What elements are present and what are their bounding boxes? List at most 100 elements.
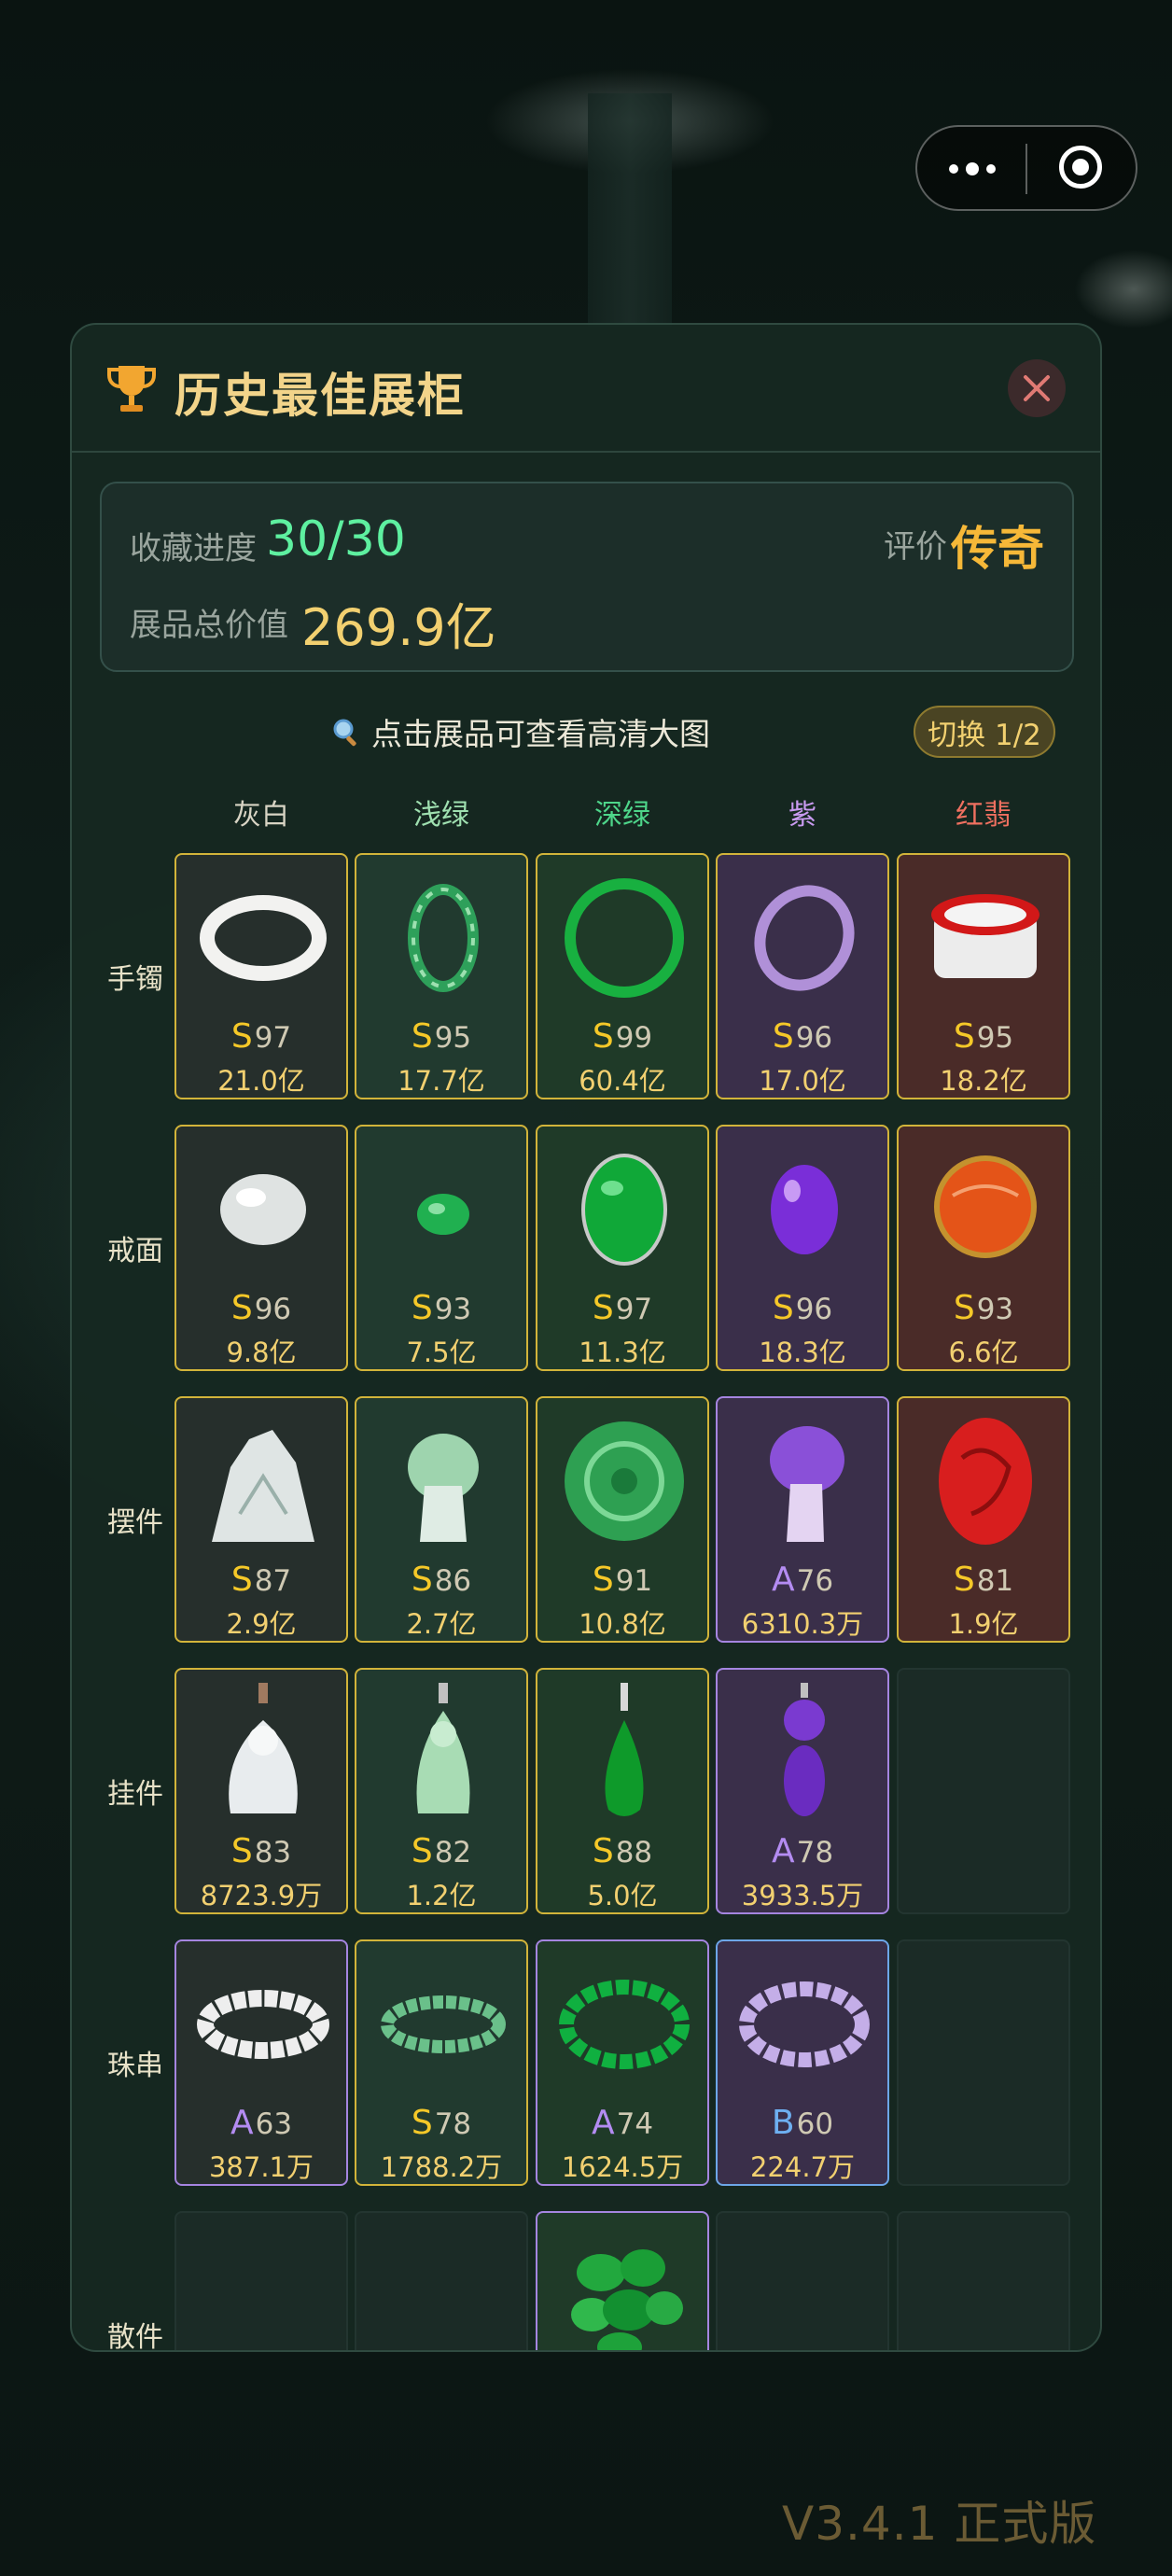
item-value: 1.9亿 [948, 1608, 1019, 1640]
item-value: 2.9亿 [226, 1608, 297, 1640]
showcase-item[interactable]: S97 21.0亿 [174, 853, 348, 1099]
white-cabochon-image [220, 1174, 306, 1245]
showcase-item[interactable]: S86 2.7亿 [355, 1396, 528, 1643]
hint-text: 点击展品可查看高清大图 [371, 716, 710, 752]
total-value-label: 展品总价值 [130, 607, 288, 644]
showcase-slot-empty [355, 2211, 528, 2350]
green-dragon-disc-image [565, 1421, 684, 1541]
total-value: 269.9亿 [301, 598, 496, 657]
showcase-item[interactable]: S81 1.9亿 [897, 1396, 1070, 1643]
item-value: 5.0亿 [587, 1880, 658, 1911]
showcase-item[interactable]: A76 6310.3万 [716, 1396, 889, 1643]
item-grade: S86 [411, 1561, 472, 1599]
green-mottled-bangle-image [408, 884, 479, 992]
showcase-slot-empty [897, 1939, 1070, 2186]
showcase-slot-empty [174, 2211, 348, 2350]
item-value: 21.0亿 [217, 1065, 305, 1097]
showcase-item[interactable]: S91 10.8亿 [536, 1396, 709, 1643]
white-bead-bracelet-image [197, 1990, 329, 2059]
item-value: 387.1万 [208, 2151, 314, 2183]
showcase-item[interactable]: S96 9.8亿 [174, 1125, 348, 1371]
item-grade: S81 [953, 1561, 1014, 1599]
showcase-item[interactable]: S82 1.2亿 [355, 1668, 528, 1914]
row-header: 手镯 [107, 963, 163, 996]
column-header: 紫 [788, 799, 816, 832]
item-value: 18.2亿 [940, 1065, 1027, 1097]
purple-ruyi-pendant-image [784, 1683, 825, 1816]
showcase-item[interactable]: A74 1624.5万 [536, 1939, 709, 2186]
item-grade: S99 [592, 1017, 653, 1056]
deep-green-bangle-image [565, 878, 684, 998]
showcase-item[interactable]: B60 224.7万 [716, 1939, 889, 2186]
best-showcase-dialog: 历史最佳展柜 收藏进度 30/30 评价 传奇 展品总价值 269.9亿 点击展… [70, 323, 1102, 2352]
showcase-item[interactable]: S88 5.0亿 [536, 1668, 709, 1914]
white-bangle-image [200, 895, 327, 981]
showcase-item[interactable]: A63 387.1万 [174, 1939, 348, 2186]
showcase-item[interactable]: A78 3933.5万 [716, 1668, 889, 1914]
capsule-divider [1026, 144, 1027, 194]
white-buddha-pendant-image [229, 1683, 298, 1813]
white-mountain-carving-image [212, 1430, 314, 1542]
item-value: 10.8亿 [579, 1608, 666, 1640]
showcase-item[interactable]: S99 60.4亿 [536, 853, 709, 1099]
column-header: 红翡 [956, 799, 1012, 832]
row-header: 珠串 [107, 2050, 163, 2082]
stats-card: 收藏进度 30/30 评价 传奇 展品总价值 269.9亿 [100, 482, 1074, 672]
showcase-item[interactable]: S78 1788.2万 [355, 1939, 528, 2186]
purple-bangle-image [754, 885, 855, 991]
showcase-item[interactable]: S96 18.3亿 [716, 1125, 889, 1371]
progress-label: 收藏进度 [130, 530, 257, 567]
row-header: 挂件 [107, 1778, 163, 1811]
item-grade: S93 [953, 1289, 1014, 1327]
item-grade: S83 [230, 1832, 292, 1870]
rating-value: 传奇 [951, 522, 1044, 576]
red-carved-ring-image [934, 1155, 1037, 1258]
item-grade: S95 [411, 1017, 472, 1056]
item-grade: S88 [592, 1832, 653, 1870]
light-green-bead-bracelet-image [381, 1995, 506, 2053]
showcase-slot-empty [897, 1668, 1070, 1914]
item-value: 7.5亿 [406, 1337, 477, 1368]
progress-value: 30/30 [266, 511, 406, 567]
showcase-item[interactable]: S93 7.5亿 [355, 1125, 528, 1371]
column-header: 灰白 [233, 799, 289, 832]
column-header: 深绿 [594, 799, 650, 832]
showcase-item[interactable]: S83 8723.9万 [174, 1668, 348, 1914]
item-grade: A74 [591, 2104, 654, 2142]
column-header: 浅绿 [413, 799, 469, 832]
rating-label: 评价 [884, 528, 947, 566]
dialog-title: 历史最佳展柜 [174, 369, 466, 423]
item-value: 60.4亿 [579, 1065, 666, 1097]
close-icon[interactable] [1008, 359, 1066, 417]
item-grade: S97 [230, 1017, 292, 1056]
item-grade: A63 [230, 2104, 293, 2142]
showcase-slot-empty [716, 2211, 889, 2350]
hint-row: 点击展品可查看高清大图 [330, 709, 710, 754]
item-grade: S97 [592, 1289, 653, 1327]
target-circle-icon[interactable] [1059, 146, 1102, 189]
item-value: 1624.5万 [561, 2151, 684, 2183]
showcase-item[interactable]: S95 17.7亿 [355, 853, 528, 1099]
green-cabochon-image [417, 1194, 469, 1235]
item-value: 1.2亿 [406, 1880, 477, 1911]
showcase-item[interactable] [536, 2211, 709, 2350]
item-grade: S82 [411, 1832, 472, 1870]
item-grade: S95 [953, 1017, 1014, 1056]
magnifier-icon [333, 719, 356, 747]
purple-cabochon-image [771, 1165, 838, 1254]
showcase-item[interactable]: S97 11.3亿 [536, 1125, 709, 1371]
green-bead-bracelet-image [559, 1980, 690, 2069]
more-dots-icon[interactable] [949, 155, 1024, 183]
item-grade: S96 [772, 1289, 833, 1327]
switch-page-button[interactable]: 切换 1/2 [914, 706, 1055, 758]
showcase-item[interactable]: S87 2.9亿 [174, 1396, 348, 1643]
showcase-item[interactable]: S93 6.6亿 [897, 1125, 1070, 1371]
showcase-item[interactable]: S96 17.0亿 [716, 853, 889, 1099]
green-oval-ring-face-image [581, 1154, 667, 1266]
showcase-item[interactable]: S95 18.2亿 [897, 853, 1070, 1099]
item-grade: A78 [771, 1832, 834, 1870]
dialog-header: 历史最佳展柜 [72, 325, 1100, 453]
showcase-slot-empty [897, 2211, 1070, 2350]
light-green-guanyin-image [416, 1683, 470, 1813]
light-green-cabbage-image [408, 1434, 479, 1542]
